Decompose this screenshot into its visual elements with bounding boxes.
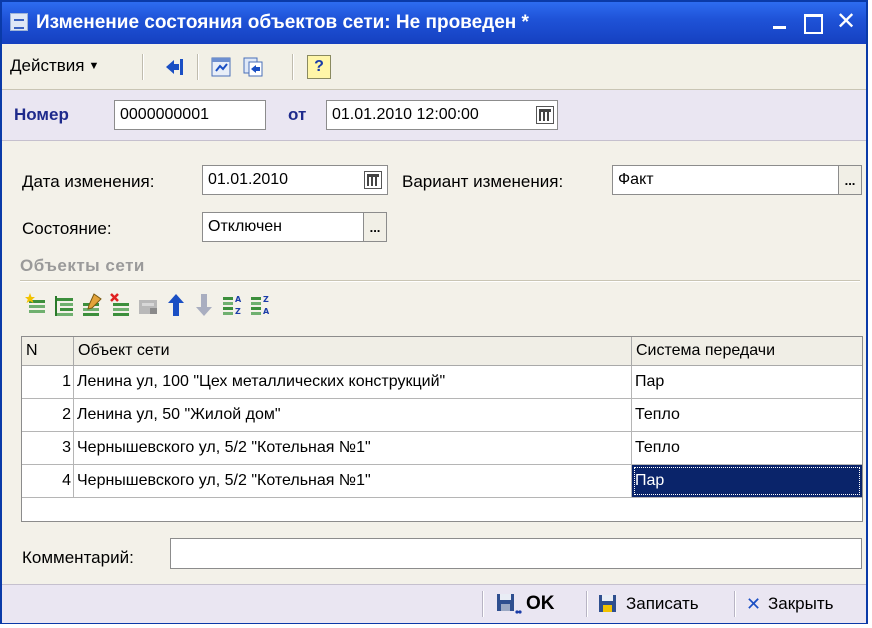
- state-field[interactable]: Отключен: [202, 212, 364, 242]
- sort-ascending-icon[interactable]: A Z: [220, 291, 244, 319]
- enter-based-on-icon[interactable]: [242, 56, 264, 78]
- close-button-label: Закрыть: [768, 594, 834, 613]
- column-header-system[interactable]: Система передачи: [632, 337, 862, 365]
- save-button-label: Записать: [626, 594, 699, 613]
- change-date-value: 01.01.2010: [208, 171, 289, 188]
- toolbar-separator: [197, 54, 199, 80]
- go-back-icon[interactable]: [164, 56, 186, 78]
- footer-separator: [586, 591, 588, 617]
- calendar-icon[interactable]: [364, 171, 382, 189]
- change-variant-label: Вариант изменения:: [402, 172, 564, 191]
- save-and-close-icon: [497, 594, 522, 614]
- row-number: 3: [22, 432, 74, 464]
- column-header-object[interactable]: Объект сети: [74, 337, 632, 365]
- ok-button[interactable]: OK: [496, 592, 576, 616]
- table-row-selected[interactable]: 4 Чернышевского ул, 5/2 "Котельная №1" П…: [22, 465, 862, 498]
- help-button[interactable]: ?: [307, 55, 331, 79]
- table-header: N Объект сети Система передачи: [22, 337, 862, 366]
- actions-menu[interactable]: Действия ▼: [10, 56, 99, 76]
- objects-table[interactable]: N Объект сети Система передачи 1 Ленина …: [21, 336, 863, 522]
- comment-label: Комментарий:: [22, 548, 134, 567]
- table-toolbar: A Z Z A: [22, 287, 472, 327]
- number-label: Номер: [14, 105, 69, 124]
- state-label: Состояние:: [22, 219, 112, 238]
- document-date-field[interactable]: 01.01.2010 12:00:00: [326, 100, 558, 130]
- actions-menu-label: Действия: [10, 56, 85, 75]
- form-footer: OK Записать ✕ Закрыть: [2, 584, 866, 623]
- add-row-icon[interactable]: [24, 291, 48, 319]
- row-number: 2: [22, 399, 74, 431]
- close-window-button[interactable]: ✕: [832, 8, 860, 36]
- dropdown-arrow-icon: ▼: [88, 60, 100, 72]
- system-cell[interactable]: Пар: [632, 366, 862, 398]
- svg-text:A: A: [235, 295, 242, 304]
- move-down-icon[interactable]: [192, 291, 216, 319]
- system-cell-selected[interactable]: Пар: [632, 465, 862, 497]
- select-state-button[interactable]: ...: [363, 212, 387, 242]
- row-number: 1: [22, 366, 74, 398]
- system-cell[interactable]: Тепло: [632, 399, 862, 431]
- edit-row-icon[interactable]: [80, 291, 104, 319]
- maximize-button[interactable]: [799, 8, 827, 36]
- move-up-icon[interactable]: [164, 291, 188, 319]
- comment-field[interactable]: [170, 538, 862, 569]
- calendar-icon[interactable]: [536, 106, 554, 124]
- svg-text:Z: Z: [263, 295, 269, 304]
- object-cell[interactable]: Чернышевского ул, 5/2 "Котельная №1": [74, 432, 632, 464]
- change-date-label: Дата изменения:: [22, 172, 155, 191]
- state-value: Отключен: [208, 218, 283, 235]
- toolbar-separator: [142, 54, 144, 80]
- system-cell[interactable]: Тепло: [632, 432, 862, 464]
- date-from-label: от: [288, 105, 307, 124]
- svg-text:Z: Z: [235, 307, 241, 316]
- row-number: 4: [22, 465, 74, 497]
- minimize-button[interactable]: [766, 8, 794, 36]
- window-title: Изменение состояния объектов сети: Не пр…: [36, 12, 529, 33]
- object-cell[interactable]: Ленина ул, 100 "Цех металлических констр…: [74, 366, 632, 398]
- document-header: Номер 0000000001 от 01.01.2010 12:00:00: [2, 90, 866, 141]
- title-bar[interactable]: Изменение состояния объектов сети: Не пр…: [2, 2, 866, 44]
- save-button[interactable]: Записать: [598, 592, 724, 616]
- main-toolbar: Действия ▼ ?: [2, 45, 866, 90]
- ok-button-label: OK: [526, 593, 555, 614]
- footer-separator: [734, 591, 736, 617]
- select-variant-button[interactable]: ...: [838, 165, 862, 195]
- copy-row-icon[interactable]: [52, 291, 76, 319]
- change-variant-field[interactable]: Факт: [612, 165, 862, 195]
- document-movements-icon[interactable]: [210, 56, 232, 78]
- table-row[interactable]: 1 Ленина ул, 100 "Цех металлических конс…: [22, 366, 862, 399]
- close-button[interactable]: ✕ Закрыть: [746, 592, 864, 616]
- document-form-icon: [10, 13, 28, 31]
- end-edit-icon[interactable]: [136, 291, 160, 319]
- toolbar-separator: [292, 54, 294, 80]
- save-icon: [599, 595, 616, 612]
- group-divider: [20, 280, 860, 282]
- column-header-n[interactable]: N: [22, 337, 74, 365]
- table-row[interactable]: 3 Чернышевского ул, 5/2 "Котельная №1" Т…: [22, 432, 862, 465]
- document-window: Изменение состояния объектов сети: Не пр…: [0, 0, 868, 624]
- svg-text:A: A: [263, 307, 270, 316]
- objects-group-title: Объекты сети: [20, 256, 145, 275]
- change-date-field[interactable]: 01.01.2010: [202, 165, 388, 195]
- number-field[interactable]: 0000000001: [114, 100, 266, 130]
- document-date-value: 01.01.2010 12:00:00: [332, 106, 479, 123]
- delete-row-icon[interactable]: [108, 291, 132, 319]
- table-row[interactable]: 2 Ленина ул, 50 "Жилой дом" Тепло: [22, 399, 862, 432]
- change-variant-value: Факт: [618, 171, 654, 188]
- object-cell[interactable]: Чернышевского ул, 5/2 "Котельная №1": [74, 465, 632, 497]
- footer-separator: [482, 591, 484, 617]
- close-icon: ✕: [746, 594, 762, 614]
- sort-descending-icon[interactable]: Z A: [248, 291, 272, 319]
- object-cell[interactable]: Ленина ул, 50 "Жилой дом": [74, 399, 632, 431]
